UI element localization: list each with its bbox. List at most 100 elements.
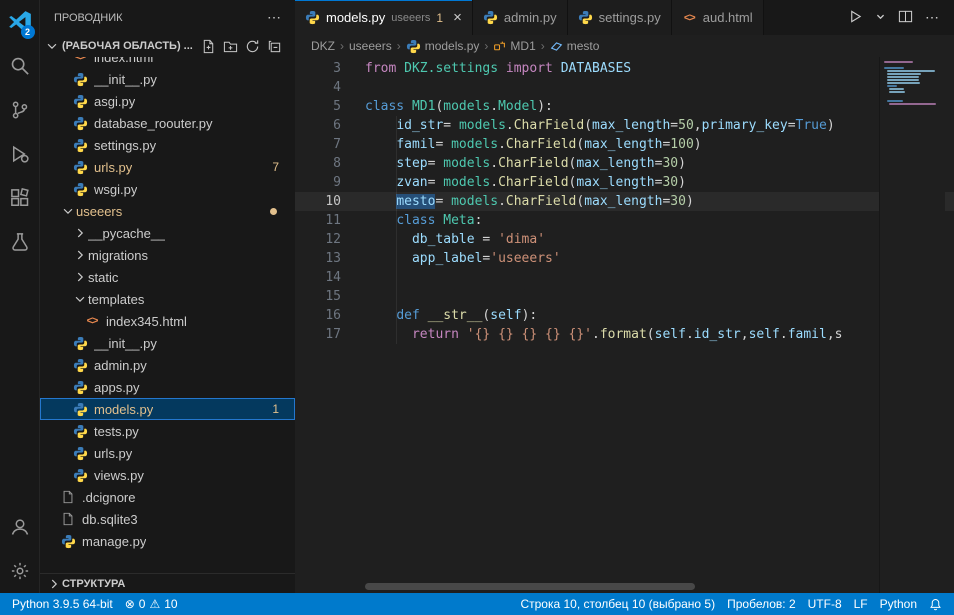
activity-home-logo[interactable]: 2 bbox=[0, 0, 40, 44]
tree-item-manage.py[interactable]: manage.py bbox=[40, 530, 295, 552]
tree-item-apps.py[interactable]: apps.py bbox=[40, 376, 295, 398]
encoding[interactable]: UTF-8 bbox=[802, 597, 848, 611]
minimap-line bbox=[887, 79, 918, 81]
code-line-10[interactable]: 10 mesto= models.CharField(max_length=30… bbox=[295, 192, 954, 211]
breadcrumb-item-mesto[interactable]: mesto bbox=[550, 39, 600, 53]
code-line-8[interactable]: 8 step= models.CharField(max_length=30) bbox=[295, 154, 954, 173]
collapse-all-icon[interactable] bbox=[265, 37, 283, 55]
tree-item-wsgi.py[interactable]: wsgi.py bbox=[40, 178, 295, 200]
python-file-icon bbox=[578, 10, 593, 25]
code-line-14[interactable]: 14 bbox=[295, 268, 954, 287]
cursor-position[interactable]: Строка 10, столбец 10 (выбрано 5) bbox=[514, 597, 721, 611]
tree-item-__init__.py[interactable]: __init__.py bbox=[40, 68, 295, 90]
tree-item-label: settings.py bbox=[94, 138, 156, 153]
file-file-icon bbox=[60, 511, 76, 527]
code-line-3[interactable]: 3from DKZ.settings import DATABASES bbox=[295, 59, 954, 78]
close-icon[interactable]: × bbox=[453, 10, 462, 25]
line-number: 5 bbox=[295, 97, 341, 116]
indentation-setting[interactable]: Пробелов: 2 bbox=[721, 597, 802, 611]
tree-item-admin.py[interactable]: admin.py bbox=[40, 354, 295, 376]
python-interpreter[interactable]: Python 3.9.5 64-bit bbox=[6, 597, 119, 611]
code-line-4[interactable]: 4 bbox=[295, 78, 954, 97]
code-line-9[interactable]: 9 zvan= models.CharField(max_length=30) bbox=[295, 173, 954, 192]
run-python-file-button[interactable] bbox=[848, 9, 863, 27]
gear-icon bbox=[10, 561, 30, 581]
breadcrumb-item-MD1[interactable]: MD1 bbox=[493, 39, 535, 53]
tabs: models.pyuseeers1×admin.pysettings.py<>a… bbox=[295, 0, 764, 35]
tab-label: models.py bbox=[326, 10, 385, 25]
code-line-13[interactable]: 13 app_label='useeers' bbox=[295, 249, 954, 268]
workspace-section-header[interactable]: (РАБОЧАЯ ОБЛАСТЬ) ... bbox=[40, 35, 295, 57]
tree-item-urls.py[interactable]: urls.py bbox=[40, 442, 295, 464]
tree-item-index.html[interactable]: <>index.html bbox=[40, 57, 295, 68]
new-file-icon[interactable] bbox=[199, 37, 217, 55]
editor[interactable]: 3from DKZ.settings import DATABASES45cla… bbox=[295, 57, 954, 593]
minimap-line bbox=[889, 88, 903, 90]
code-line-16[interactable]: 16 def __str__(self): bbox=[295, 306, 954, 325]
tree-item-tests.py[interactable]: tests.py bbox=[40, 420, 295, 442]
outline-section-header[interactable]: СТРУКТУРА bbox=[40, 573, 295, 593]
line-number: 8 bbox=[295, 154, 341, 173]
horizontal-scrollbar[interactable] bbox=[365, 583, 695, 590]
tab-settings.py[interactable]: settings.py bbox=[568, 0, 672, 35]
tree-item-useeers[interactable]: useeers bbox=[40, 200, 295, 222]
breadcrumb-item-useeers[interactable]: useeers bbox=[349, 39, 392, 53]
activity-run-debug[interactable] bbox=[0, 132, 40, 176]
tree-item-database_roouter.py[interactable]: database_roouter.py bbox=[40, 112, 295, 134]
code-line-17[interactable]: 17 return '{} {} {} {} {}'.format(self.i… bbox=[295, 325, 954, 344]
code-line-11[interactable]: 11 class Meta: bbox=[295, 211, 954, 230]
chevron-right-icon bbox=[46, 576, 62, 592]
eol-setting[interactable]: LF bbox=[848, 597, 874, 611]
code-line-5[interactable]: 5class MD1(models.Model): bbox=[295, 97, 954, 116]
tree-item-__init__.py[interactable]: __init__.py bbox=[40, 332, 295, 354]
tree-item-asgi.py[interactable]: asgi.py bbox=[40, 90, 295, 112]
tree-item-static[interactable]: static bbox=[40, 266, 295, 288]
code-text: app_label='useeers' bbox=[365, 249, 561, 268]
run-dropdown-button[interactable] bbox=[875, 10, 886, 25]
tree-item-migrations[interactable]: migrations bbox=[40, 244, 295, 266]
code-line-12[interactable]: 12 db_table = 'dima' bbox=[295, 230, 954, 249]
tree-item-views.py[interactable]: views.py bbox=[40, 464, 295, 486]
tree-item-__pycache__[interactable]: __pycache__ bbox=[40, 222, 295, 244]
breadcrumb-item-models.py[interactable]: models.py bbox=[406, 39, 480, 54]
code-line-6[interactable]: 6 id_str= models.CharField(max_length=50… bbox=[295, 116, 954, 135]
activity-source-control[interactable] bbox=[0, 88, 40, 132]
tab-models.py[interactable]: models.pyuseeers1× bbox=[295, 0, 473, 35]
code-line-7[interactable]: 7 famil= models.CharField(max_length=100… bbox=[295, 135, 954, 154]
html-file-icon: <> bbox=[84, 313, 100, 329]
activity-settings[interactable] bbox=[0, 549, 40, 593]
tab-aud.html[interactable]: <>aud.html bbox=[672, 0, 764, 35]
tree-item-models.py[interactable]: models.py1 bbox=[40, 398, 295, 420]
new-folder-icon[interactable] bbox=[221, 37, 239, 55]
breadcrumb-separator: › bbox=[397, 39, 401, 53]
tree-item-templates[interactable]: templates bbox=[40, 288, 295, 310]
tree-item-settings.py[interactable]: settings.py bbox=[40, 134, 295, 156]
problems-indicator[interactable]: ⊗ 0 ⚠ 10 bbox=[119, 597, 184, 611]
tab-admin.py[interactable]: admin.py bbox=[473, 0, 568, 35]
activity-testing[interactable] bbox=[0, 220, 40, 264]
refresh-icon[interactable] bbox=[243, 37, 261, 55]
workspace-label: (РАБОЧАЯ ОБЛАСТЬ) ... bbox=[62, 40, 193, 52]
code-line-15[interactable]: 15 bbox=[295, 287, 954, 306]
activity-account[interactable] bbox=[0, 505, 40, 549]
tree-item-urls.py[interactable]: urls.py7 bbox=[40, 156, 295, 178]
tree-item-db.sqlite3[interactable]: db.sqlite3 bbox=[40, 508, 295, 530]
breadcrumb-item-DKZ[interactable]: DKZ bbox=[311, 39, 335, 53]
notifications-bell[interactable] bbox=[923, 598, 948, 611]
language-mode[interactable]: Python bbox=[874, 597, 923, 611]
activity-search[interactable] bbox=[0, 44, 40, 88]
python-file-icon bbox=[72, 335, 88, 351]
tree-item-index345.html[interactable]: <>index345.html bbox=[40, 310, 295, 332]
tree-item-label: useeers bbox=[76, 204, 122, 219]
minimap[interactable] bbox=[879, 57, 945, 593]
debug-icon bbox=[10, 144, 30, 164]
explorer-more-icon[interactable]: ⋯ bbox=[267, 9, 281, 26]
code-text: def __str__(self): bbox=[365, 306, 537, 325]
minimap-line bbox=[884, 61, 913, 63]
tree-item-.dcignore[interactable]: .dcignore bbox=[40, 486, 295, 508]
editor-more-button[interactable]: ⋯ bbox=[925, 9, 940, 26]
breadcrumb: DKZ›useeers›models.py›MD1›mesto bbox=[295, 35, 954, 57]
activity-extensions[interactable] bbox=[0, 176, 40, 220]
tree-item-label: db.sqlite3 bbox=[82, 512, 138, 527]
split-editor-button[interactable] bbox=[898, 9, 913, 27]
